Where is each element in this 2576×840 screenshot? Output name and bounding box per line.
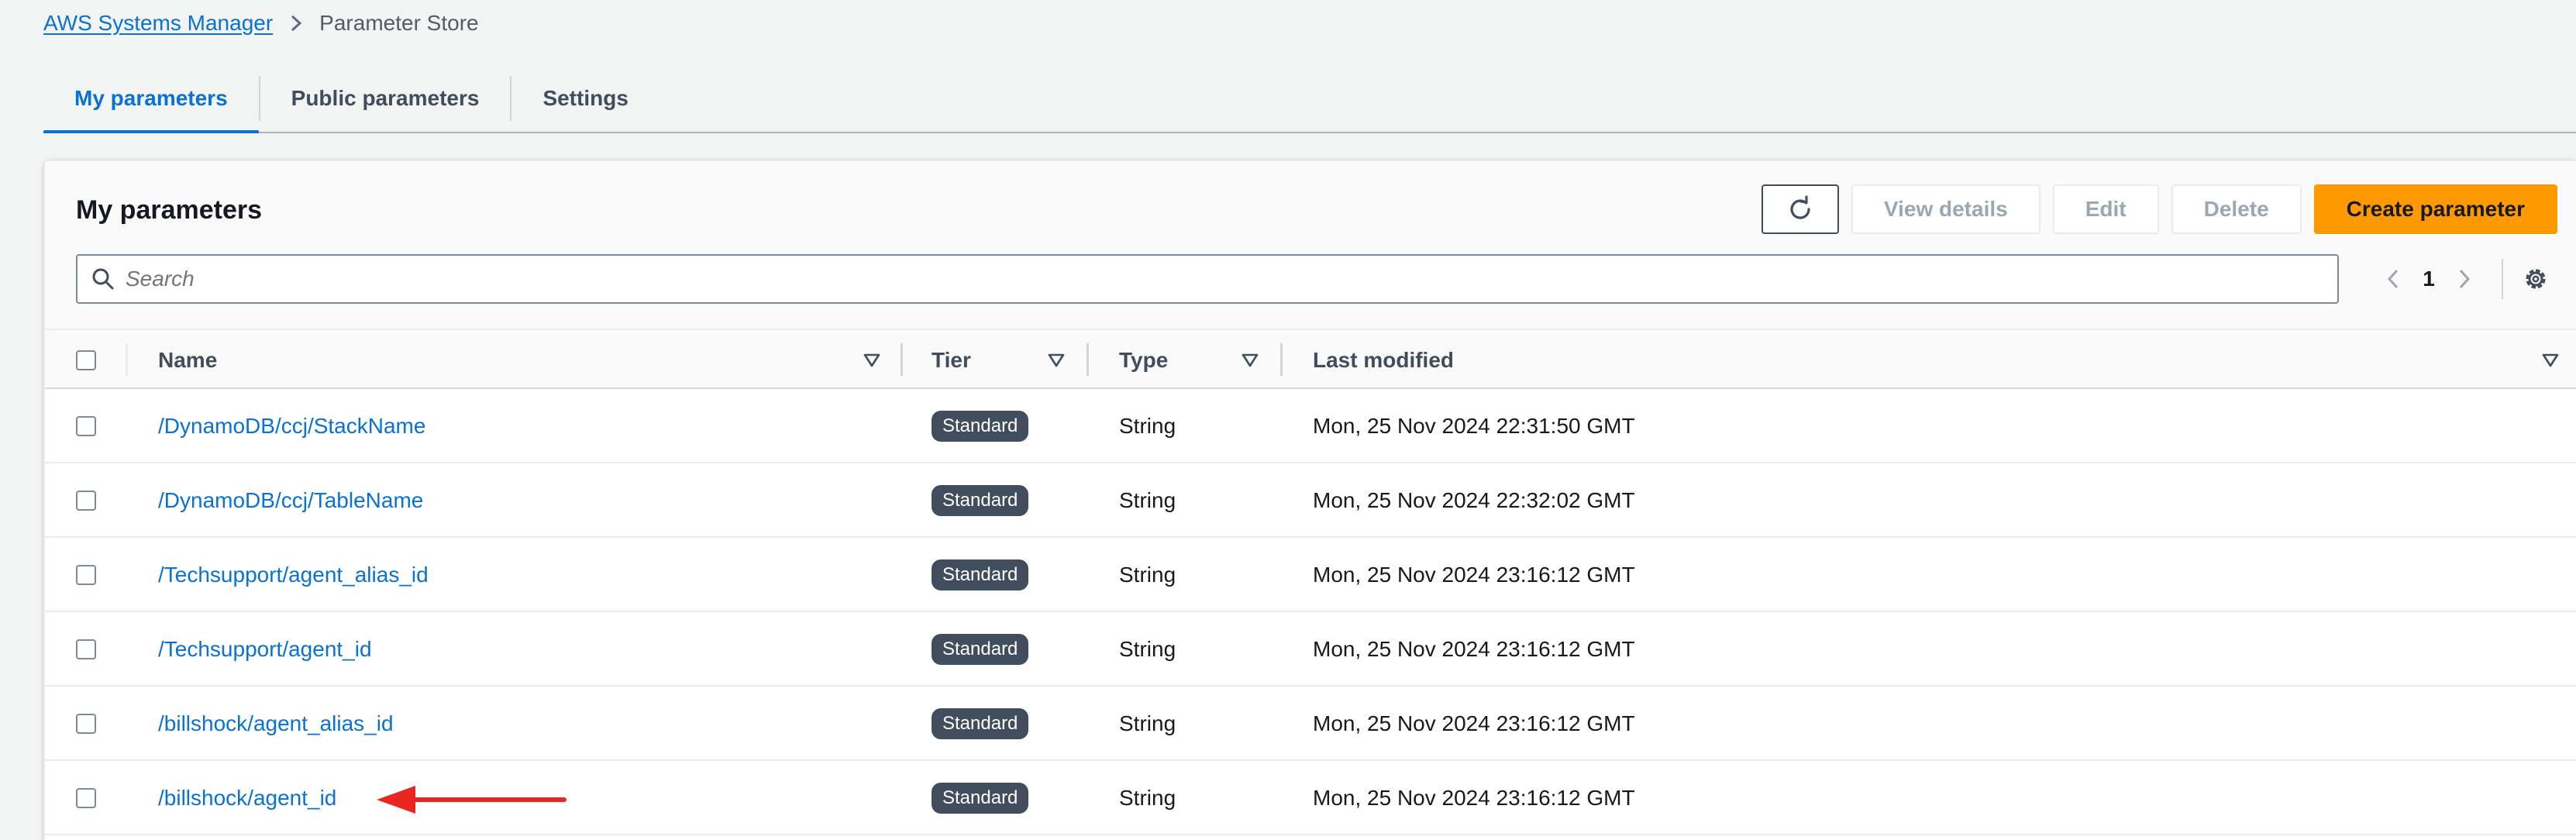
row-checkbox[interactable] <box>76 639 96 659</box>
type-cell: String <box>1119 414 1176 438</box>
parameter-name-link[interactable]: /billshock/agent_alias_id <box>158 711 394 736</box>
tier-badge: Standard <box>932 634 1029 665</box>
select-all-checkbox[interactable] <box>76 350 96 370</box>
last-modified-cell: Mon, 25 Nov 2024 22:32:02 GMT <box>1313 488 1635 512</box>
table-row[interactable]: /DynamoDB/ccj/StackName Standard String … <box>45 389 2576 463</box>
breadcrumb-systems-manager-link[interactable]: AWS Systems Manager <box>43 11 273 36</box>
last-modified-cell: Mon, 25 Nov 2024 23:16:12 GMT <box>1313 786 1635 810</box>
tab-settings[interactable]: Settings <box>511 65 659 132</box>
parameter-name-link[interactable]: /Techsupport/agent_alias_id <box>158 563 429 587</box>
last-modified-cell: Mon, 25 Nov 2024 23:16:12 GMT <box>1313 563 1635 587</box>
row-checkbox[interactable] <box>76 714 96 734</box>
type-cell: String <box>1119 711 1176 735</box>
type-cell: String <box>1119 488 1176 512</box>
parameter-name-link[interactable]: /DynamoDB/ccj/TableName <box>158 488 423 513</box>
view-details-button[interactable]: View details <box>1851 184 2040 234</box>
row-checkbox[interactable] <box>76 565 96 585</box>
edit-button[interactable]: Edit <box>2052 184 2159 234</box>
column-header-name[interactable]: Name <box>158 330 217 391</box>
column-header-tier[interactable]: Tier <box>932 330 971 391</box>
sort-caret-icon[interactable] <box>2542 330 2559 391</box>
column-header-last-modified[interactable]: Last modified <box>1313 330 1454 391</box>
next-page-icon[interactable] <box>2443 267 2486 291</box>
select-all-cell <box>76 330 96 391</box>
tab-bar: My parameters Public parameters Settings <box>43 65 2576 133</box>
table-header: Name Tier Type Last modified <box>45 329 2576 389</box>
search-icon <box>91 267 115 291</box>
annotation-arrow-icon <box>377 786 567 814</box>
breadcrumb-current: Parameter Store <box>319 11 479 35</box>
row-checkbox[interactable] <box>76 788 96 808</box>
parameter-name-link[interactable]: /Techsupport/agent_id <box>158 637 372 662</box>
panel-header: My parameters View details Edit Delete C… <box>45 161 2576 329</box>
breadcrumb: AWS Systems Manager Parameter Store <box>43 9 479 37</box>
refresh-icon <box>1786 195 1814 223</box>
column-separator <box>126 343 128 376</box>
type-cell: String <box>1119 786 1176 810</box>
search-box[interactable] <box>76 254 2339 304</box>
sort-caret-icon[interactable] <box>1048 330 1065 391</box>
pagination: 1 <box>2371 254 2553 304</box>
action-buttons: View details Edit Delete Create paramete… <box>1761 184 2557 234</box>
column-resizer[interactable] <box>1280 343 1283 376</box>
refresh-button[interactable] <box>1761 184 1839 234</box>
search-input[interactable] <box>126 267 2295 291</box>
row-checkbox[interactable] <box>76 416 96 436</box>
column-header-type[interactable]: Type <box>1119 330 1168 391</box>
tier-badge: Standard <box>932 559 1029 590</box>
parameter-name-link[interactable]: /DynamoDB/ccj/StackName <box>158 414 425 439</box>
tier-badge: Standard <box>932 411 1029 442</box>
tier-badge: Standard <box>932 783 1029 814</box>
table-row[interactable]: /Techsupport/agent_alias_id Standard Str… <box>45 538 2576 612</box>
panel-title: My parameters <box>76 195 263 225</box>
tab-my-parameters[interactable]: My parameters <box>43 65 259 133</box>
type-cell: String <box>1119 563 1176 587</box>
last-modified-cell: Mon, 25 Nov 2024 22:31:50 GMT <box>1313 414 1635 438</box>
pagination-divider <box>2502 259 2503 299</box>
last-modified-cell: Mon, 25 Nov 2024 23:16:12 GMT <box>1313 711 1635 735</box>
tier-badge: Standard <box>932 708 1029 739</box>
parameter-name-link[interactable]: /billshock/agent_id <box>158 786 336 811</box>
parameters-table: Name Tier Type Last modified /DynamoDB/c… <box>45 329 2576 835</box>
delete-button[interactable]: Delete <box>2171 184 2302 234</box>
previous-page-icon[interactable] <box>2371 267 2415 291</box>
type-cell: String <box>1119 637 1176 661</box>
tab-public-parameters[interactable]: Public parameters <box>260 65 511 132</box>
row-checkbox[interactable] <box>76 491 96 511</box>
chevron-right-icon <box>290 14 302 33</box>
last-modified-cell: Mon, 25 Nov 2024 23:16:12 GMT <box>1313 637 1635 661</box>
parameters-container: My parameters View details Edit Delete C… <box>43 160 2576 840</box>
gear-icon[interactable] <box>2519 266 2553 292</box>
column-resizer[interactable] <box>901 343 903 376</box>
sort-caret-icon[interactable] <box>1242 330 1259 391</box>
sort-caret-icon[interactable] <box>863 330 880 391</box>
create-parameter-button[interactable]: Create parameter <box>2313 184 2557 234</box>
search-row: 1 <box>76 254 2553 304</box>
current-page-number[interactable]: 1 <box>2415 267 2443 291</box>
table-row[interactable]: /DynamoDB/ccj/TableName Standard String … <box>45 463 2576 538</box>
column-resizer[interactable] <box>1087 343 1089 376</box>
table-row[interactable]: /billshock/agent_alias_id Standard Strin… <box>45 687 2576 761</box>
tier-badge: Standard <box>932 485 1029 516</box>
table-row[interactable]: /Techsupport/agent_id Standard String Mo… <box>45 612 2576 687</box>
